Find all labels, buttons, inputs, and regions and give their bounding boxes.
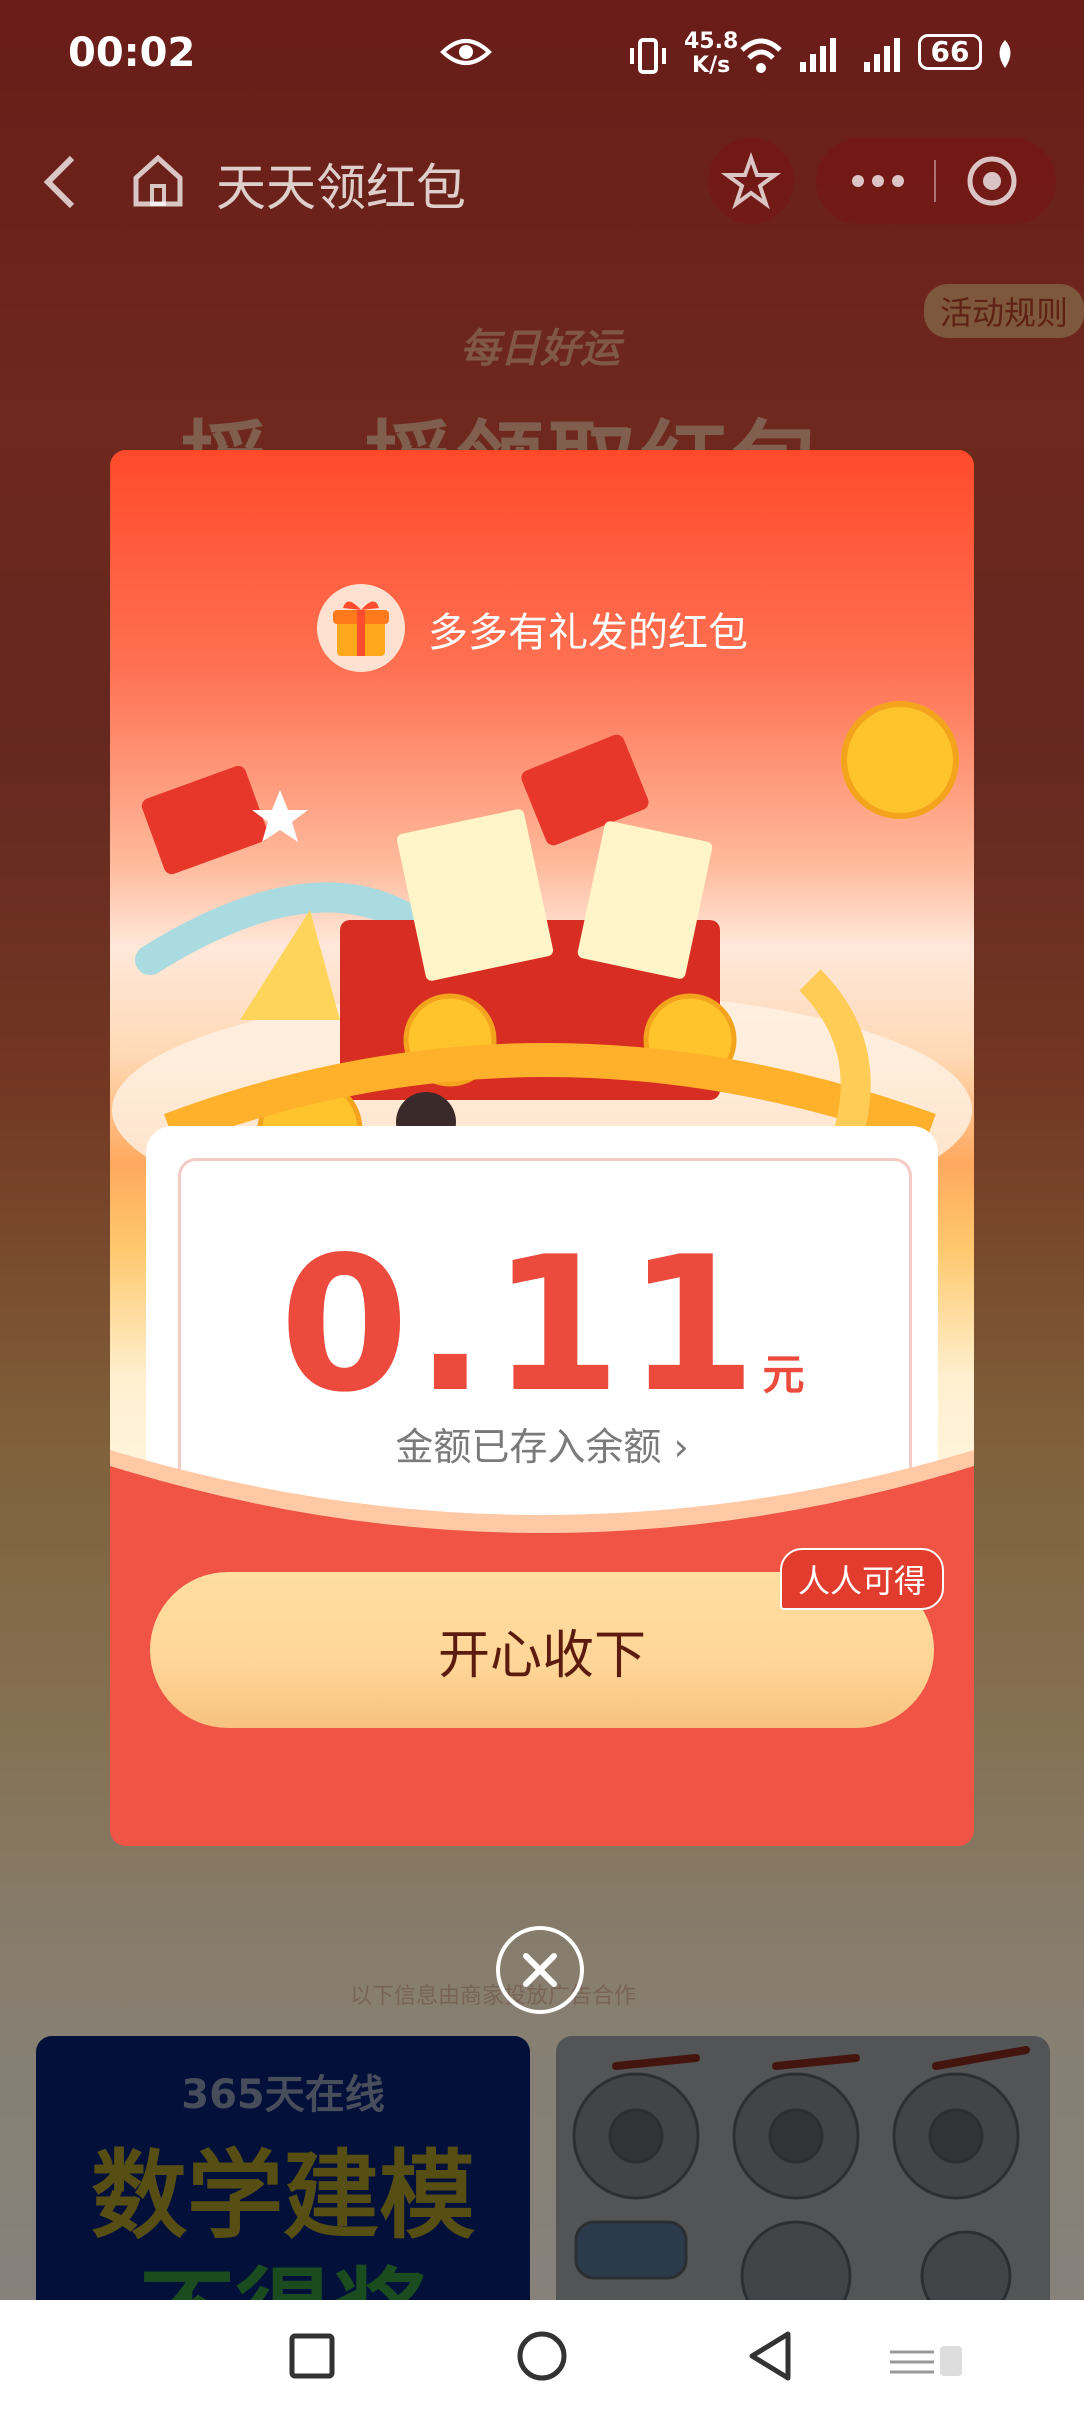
status-time: 00:02 — [68, 30, 196, 76]
ad-note: 以下信息由商家投放广告合作 — [350, 1984, 637, 2009]
network-speed-unit: K/s — [692, 53, 731, 78]
gift-icon — [317, 584, 405, 672]
amount-unit: 元 — [762, 1350, 805, 1399]
page-title: 天天领红包 — [216, 159, 466, 217]
back-arrow-icon[interactable] — [36, 152, 86, 212]
home-circle-icon[interactable] — [512, 2326, 572, 2386]
close-icon — [523, 1953, 557, 1987]
battery-icon: 66 — [918, 34, 982, 70]
vibrate-icon — [630, 38, 666, 74]
home-icon[interactable] — [128, 150, 188, 210]
close-miniprogram-icon[interactable] — [966, 155, 1018, 207]
back-triangle-icon[interactable] — [742, 2326, 802, 2386]
capsule-divider — [934, 160, 936, 202]
signal-icon — [864, 38, 900, 72]
red-packet-modal: 多多有礼发的红包 0.11元 金额已存入余额 › 开心收下 人人可得 — [110, 450, 974, 1846]
amount-display: 0.11元 — [146, 1216, 938, 1433]
more-dots-icon[interactable] — [848, 168, 908, 194]
wifi-6-icon — [740, 38, 782, 73]
status-bar: 00:02 45.8 K/s 66 — [0, 0, 1084, 110]
eye-icon — [440, 39, 492, 65]
network-speed: 45.8 K/s — [684, 30, 738, 78]
network-speed-value: 45.8 — [684, 29, 739, 54]
recent-apps-icon[interactable] — [282, 2326, 342, 2386]
everyone-gets-badge: 人人可得 — [780, 1548, 945, 1610]
close-modal-button[interactable] — [496, 1926, 584, 2014]
favorite-button[interactable] — [708, 138, 794, 224]
star-icon — [720, 151, 782, 210]
menu-lines-icon[interactable] — [888, 2346, 966, 2376]
mini-program-capsule — [816, 138, 1056, 224]
modal-title: 多多有礼发的红包 — [428, 610, 748, 656]
amount-value: 0.11 — [279, 1216, 763, 1433]
leaf-icon — [999, 40, 1011, 68]
signal-icon — [800, 38, 836, 72]
